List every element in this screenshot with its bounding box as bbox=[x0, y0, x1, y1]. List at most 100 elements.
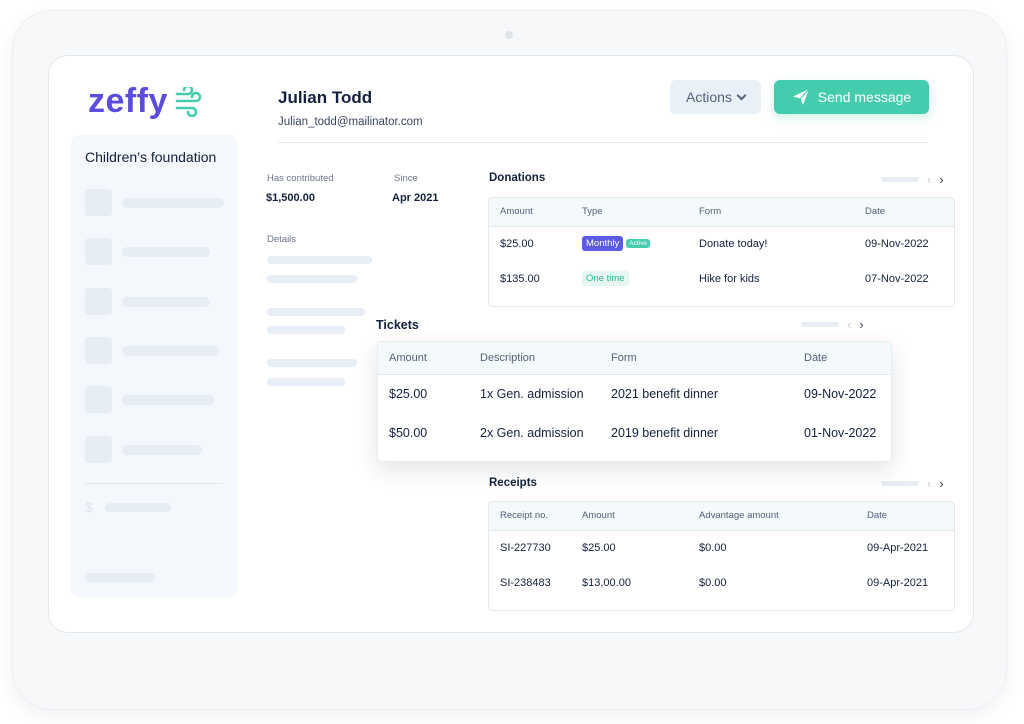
amount-cell: $13,00.00 bbox=[582, 576, 631, 589]
donor-name: Julian Todd bbox=[278, 88, 373, 107]
details-label: Details bbox=[267, 234, 297, 245]
table-row[interactable]: $25.00 1x Gen. admission 2021 benefit di… bbox=[378, 374, 891, 413]
amount-cell: $50.00 bbox=[389, 425, 428, 440]
sidebar: Children’s foundation $ bbox=[71, 135, 237, 597]
details-placeholder bbox=[267, 275, 357, 283]
sidebar-item-label-placeholder bbox=[122, 394, 214, 405]
column-header: Date bbox=[856, 502, 954, 531]
date-cell: 09-Nov-2022 bbox=[804, 386, 877, 401]
column-header: Amount bbox=[378, 342, 469, 375]
tickets-title: Tickets bbox=[376, 318, 419, 332]
form-cell: 2021 benefit dinner bbox=[611, 386, 719, 401]
sidebar-item-icon-placeholder bbox=[85, 386, 112, 413]
pager-indicator bbox=[801, 322, 839, 327]
camera-dot bbox=[505, 31, 513, 39]
one-time-badge: One time bbox=[582, 271, 629, 286]
sidebar-item-icon-placeholder bbox=[85, 436, 112, 463]
table-row[interactable]: $50.00 2x Gen. admission 2019 benefit di… bbox=[378, 413, 891, 452]
contributed-label: Has contributed bbox=[267, 173, 334, 184]
sidebar-item-placeholder[interactable] bbox=[85, 189, 224, 216]
receipt-number-cell: SI-227730 bbox=[500, 541, 551, 554]
amount-cell: $25.00 bbox=[500, 237, 534, 250]
send-message-label: Send message bbox=[817, 89, 912, 105]
column-header: Amount bbox=[489, 198, 571, 227]
form-cell: Donate today! bbox=[699, 237, 768, 250]
sidebar-item-placeholder[interactable] bbox=[85, 288, 210, 315]
column-header: Receipt no. bbox=[489, 502, 571, 531]
donations-pager: ‹ › bbox=[881, 172, 944, 187]
receipts-title: Receipts bbox=[489, 477, 537, 489]
column-header: Advantage amount bbox=[688, 502, 856, 531]
donations-title: Donations bbox=[489, 172, 546, 184]
details-placeholder bbox=[267, 326, 345, 334]
type-cell: One time bbox=[571, 261, 688, 296]
receipts-pager: ‹ › bbox=[881, 476, 944, 491]
sidebar-item-placeholder[interactable] bbox=[85, 337, 220, 364]
logo-text: zeffy bbox=[88, 82, 168, 120]
zeffy-logo[interactable]: zeffy bbox=[88, 82, 204, 121]
tickets-pager: ‹ › bbox=[801, 317, 864, 332]
form-cell: 2019 benefit dinner bbox=[611, 425, 719, 440]
sidebar-item-icon-placeholder bbox=[85, 238, 112, 265]
send-message-button[interactable]: Send message bbox=[774, 80, 929, 114]
pager-indicator bbox=[881, 177, 919, 182]
donor-email: Julian_todd@mailinator.com bbox=[278, 116, 423, 128]
chevron-right-icon[interactable]: › bbox=[939, 476, 943, 491]
date-cell: 01-Nov-2022 bbox=[804, 425, 877, 440]
sidebar-item-placeholder[interactable] bbox=[85, 436, 202, 463]
column-header: Form bbox=[600, 342, 793, 375]
column-header: Date bbox=[793, 342, 891, 375]
sidebar-item-label-placeholder bbox=[122, 444, 202, 455]
wind-icon bbox=[175, 86, 202, 117]
sidebar-item-label-placeholder bbox=[122, 296, 210, 307]
table-row[interactable]: SI-227730 $25.00 $0.00 09-Apr-2021 bbox=[489, 530, 954, 565]
sidebar-item-icon-placeholder bbox=[85, 189, 112, 216]
type-cell: Monthly Active bbox=[571, 226, 688, 261]
sidebar-item-placeholder[interactable] bbox=[85, 386, 214, 413]
column-header: Form bbox=[688, 198, 854, 227]
sidebar-item-label-placeholder bbox=[122, 246, 210, 257]
table-row[interactable]: SI-238483 $13,00.00 $0.00 09-Apr-2021 bbox=[489, 565, 954, 600]
column-header: Type bbox=[571, 198, 688, 227]
date-cell: 09-Apr-2021 bbox=[867, 541, 929, 554]
chevron-left-icon[interactable]: ‹ bbox=[927, 172, 931, 187]
details-placeholder bbox=[267, 359, 357, 367]
advantage-amount-cell: $0.00 bbox=[699, 576, 727, 589]
tickets-table: Amount Description Form Date $25.00 1x G… bbox=[377, 341, 892, 462]
sidebar-footer-placeholder bbox=[85, 573, 155, 582]
paper-plane-icon bbox=[792, 88, 810, 105]
donations-table: Amount Type Form Date $25.00 Monthly Acti… bbox=[488, 197, 955, 307]
sidebar-item-label-placeholder bbox=[122, 345, 220, 356]
date-cell: 07-Nov-2022 bbox=[865, 272, 929, 285]
organization-name[interactable]: Children’s foundation bbox=[85, 149, 216, 165]
chevron-down-icon bbox=[736, 90, 747, 100]
details-placeholder bbox=[267, 378, 345, 386]
table-header-row: Amount Description Form Date bbox=[378, 342, 891, 375]
pager-indicator bbox=[881, 481, 919, 486]
sidebar-item-icon-placeholder bbox=[85, 288, 112, 315]
advantage-amount-cell: $0.00 bbox=[699, 541, 727, 554]
receipts-table: Receipt no. Amount Advantage amount Date… bbox=[488, 501, 955, 611]
description-cell: 1x Gen. admission bbox=[480, 386, 584, 401]
table-row[interactable]: $135.00 One time Hike for kids 07-Nov-20… bbox=[489, 261, 954, 296]
chevron-left-icon[interactable]: ‹ bbox=[927, 476, 931, 491]
sidebar-divider bbox=[85, 483, 223, 484]
receipt-number-cell: SI-238483 bbox=[500, 576, 551, 589]
table-row[interactable]: $25.00 Monthly Active Donate today! 09-No… bbox=[489, 226, 954, 261]
active-badge: Active bbox=[626, 238, 650, 248]
chevron-right-icon[interactable]: › bbox=[859, 317, 863, 332]
sidebar-item-placeholder[interactable] bbox=[85, 238, 210, 265]
chevron-right-icon[interactable]: › bbox=[939, 172, 943, 187]
chevron-left-icon[interactable]: ‹ bbox=[847, 317, 851, 332]
table-header-row: Receipt no. Amount Advantage amount Date bbox=[489, 502, 954, 531]
tablet-frame: zeffy Children’s foundation $ Julian Tod… bbox=[12, 10, 1007, 710]
sidebar-item-label-placeholder bbox=[122, 197, 224, 208]
table-header-row: Amount Type Form Date bbox=[489, 198, 954, 227]
column-header: Amount bbox=[571, 502, 688, 531]
actions-dropdown-button[interactable]: Actions bbox=[670, 80, 761, 114]
dollar-icon: $ bbox=[85, 499, 93, 515]
description-cell: 2x Gen. admission bbox=[480, 425, 584, 440]
amount-cell: $25.00 bbox=[582, 541, 616, 554]
sidebar-item-label-placeholder bbox=[105, 503, 171, 512]
details-placeholder bbox=[267, 256, 372, 264]
